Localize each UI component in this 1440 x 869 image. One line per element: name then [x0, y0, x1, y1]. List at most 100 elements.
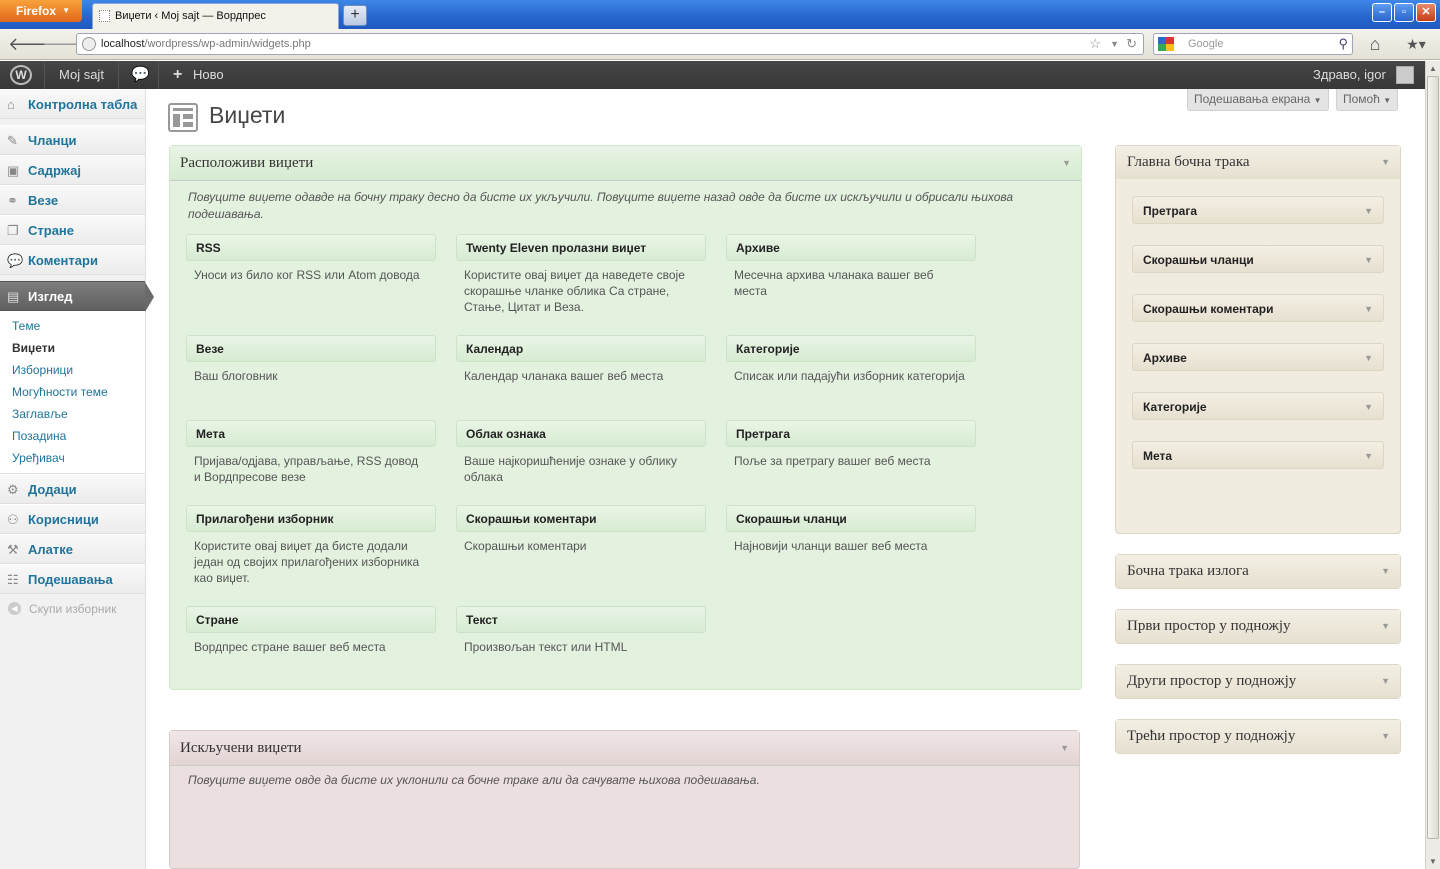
available-widget[interactable]: Везе Ваш блоговник: [186, 335, 436, 384]
available-widget[interactable]: Архиве Месечна архива чланака вашег веб м…: [726, 234, 976, 299]
site-name-link[interactable]: Мој sajt: [59, 61, 104, 89]
submenu-item-background[interactable]: Позадина: [0, 425, 145, 447]
new-content-link[interactable]: Ново: [193, 61, 224, 89]
widget-title[interactable]: Календар: [456, 335, 706, 362]
toggle-arrow-icon[interactable]: ▼: [1060, 731, 1069, 766]
sidebar-header[interactable]: Бочна трака излога ▼: [1116, 555, 1400, 588]
menu-item-comments[interactable]: 💬 Коментари: [0, 245, 145, 275]
sidebar-widget[interactable]: Мета ▼: [1132, 441, 1384, 469]
toggle-arrow-icon[interactable]: ▼: [1062, 146, 1071, 181]
expand-arrow-icon[interactable]: ▼: [1364, 197, 1373, 225]
available-widget[interactable]: Прилагођени изборник Користите овај виџет…: [186, 505, 436, 586]
browser-tab[interactable]: Виџети ‹ Мој sajt — Вордпрес: [92, 3, 339, 29]
back-arrow-icon[interactable]: 🡐: [8, 34, 56, 56]
widget-title[interactable]: Облак ознака: [456, 420, 706, 447]
history-dropdown-icon[interactable]: ▼: [1110, 34, 1119, 54]
widget-title[interactable]: Текст: [456, 606, 706, 633]
toggle-arrow-icon[interactable]: ▼: [1381, 720, 1390, 753]
menu-item-dashboard[interactable]: ⌂ Контролна табла: [0, 89, 145, 119]
comments-bubble-icon[interactable]: 💬: [131, 61, 150, 89]
expand-arrow-icon[interactable]: ▼: [1364, 344, 1373, 372]
widget-title[interactable]: Архиве: [726, 234, 976, 261]
sidebar-widget[interactable]: Скорашњи коментари ▼: [1132, 294, 1384, 322]
wordpress-logo-icon[interactable]: W: [10, 65, 32, 85]
menu-item-tools[interactable]: ⚒ Алатке: [0, 534, 145, 564]
footer-area-three[interactable]: Трећи простор у подножју ▼: [1115, 719, 1401, 754]
footer-area-one[interactable]: Први простор у подножју ▼: [1115, 609, 1401, 644]
sidebar-widget[interactable]: Претрага ▼: [1132, 196, 1384, 224]
submenu-item-header[interactable]: Заглавље: [0, 403, 145, 425]
search-bar[interactable]: Google ⚲: [1153, 33, 1353, 55]
available-widgets-header[interactable]: Расположиви виџети ▼: [170, 146, 1081, 181]
expand-arrow-icon[interactable]: ▼: [1364, 442, 1373, 470]
available-widget[interactable]: Календар Календар чланака вашег веб места: [456, 335, 706, 384]
sidebar-header[interactable]: Трећи простор у подножју ▼: [1116, 720, 1400, 753]
url-bar[interactable]: localhost/wordpress/wp-admin/widgets.php…: [76, 33, 1144, 55]
minimize-button[interactable]: –: [1372, 3, 1392, 22]
widget-title[interactable]: Мета: [186, 420, 436, 447]
sidebar-widget[interactable]: Скорашњи чланци ▼: [1132, 245, 1384, 273]
scroll-down-icon[interactable]: ▼: [1426, 854, 1440, 869]
search-icon[interactable]: ⚲: [1338, 34, 1348, 54]
expand-arrow-icon[interactable]: ▼: [1364, 295, 1373, 323]
menu-item-plugins[interactable]: ⚙ Додаци: [0, 474, 145, 504]
available-widget[interactable]: Мета Пријава/одјава, управљање, RSS довод…: [186, 420, 436, 485]
toggle-arrow-icon[interactable]: ▼: [1381, 555, 1390, 588]
reload-icon[interactable]: ↻: [1126, 34, 1137, 54]
inactive-widgets-header[interactable]: Искључени виџети ▼: [170, 731, 1079, 766]
menu-item-settings[interactable]: ☷ Подешавања: [0, 564, 145, 594]
widget-title[interactable]: Претрага: [726, 420, 976, 447]
menu-item-users[interactable]: ⚇ Корисници: [0, 504, 145, 534]
widget-title[interactable]: Twenty Eleven пролазни виџет: [456, 234, 706, 261]
toggle-arrow-icon[interactable]: ▼: [1381, 665, 1390, 698]
footer-area-two[interactable]: Други простор у подножју ▼: [1115, 664, 1401, 699]
available-widget[interactable]: Категорије Списак или падајући изборник к…: [726, 335, 976, 384]
showcase-sidebar-area[interactable]: Бочна трака излога ▼: [1115, 554, 1401, 589]
submenu-item-themes[interactable]: Теме: [0, 315, 145, 337]
widget-title[interactable]: Скорашњи чланци: [726, 505, 976, 532]
menu-item-posts[interactable]: ✎ Чланци: [0, 125, 145, 155]
new-tab-button[interactable]: +: [343, 5, 367, 26]
available-widget[interactable]: Облак ознака Ваше најкоришћеније ознаке у…: [456, 420, 706, 485]
forward-arrow-icon[interactable]: 🡒: [42, 34, 90, 56]
expand-arrow-icon[interactable]: ▼: [1364, 246, 1373, 274]
close-window-button[interactable]: ✕: [1416, 3, 1436, 22]
help-button[interactable]: Помоћ ▼: [1336, 89, 1399, 111]
account-greeting[interactable]: Здраво, igor: [1313, 61, 1386, 89]
available-widget[interactable]: Претрага Поље за претрагу вашег веб места: [726, 420, 976, 469]
widget-title[interactable]: Прилагођени изборник: [186, 505, 436, 532]
toggle-arrow-icon[interactable]: ▼: [1381, 146, 1390, 179]
available-widget[interactable]: RSS Уноси из било ког RSS или Atom довода: [186, 234, 436, 283]
menu-item-appearance[interactable]: ▤ Изглед: [0, 281, 154, 312]
main-sidebar-header[interactable]: Главна бочна трака ▼: [1116, 146, 1400, 179]
maximize-button[interactable]: ▫: [1394, 3, 1414, 22]
widget-title[interactable]: Везе: [186, 335, 436, 362]
sidebar-widget[interactable]: Категорије ▼: [1132, 392, 1384, 420]
bookmarks-menu-icon[interactable]: ★▾: [1401, 34, 1431, 56]
collapse-menu-button[interactable]: ◀ Скупи изборник: [0, 594, 145, 624]
available-widget[interactable]: Текст Произвољан текст или HTML: [456, 606, 706, 655]
avatar[interactable]: [1396, 66, 1414, 84]
menu-item-pages[interactable]: ❐ Стране: [0, 215, 145, 245]
widget-title[interactable]: RSS: [186, 234, 436, 261]
widget-title[interactable]: Стране: [186, 606, 436, 633]
submenu-item-menus[interactable]: Изборници: [0, 359, 145, 381]
firefox-menu-button[interactable]: Firefox ▼: [0, 0, 82, 22]
submenu-item-widgets[interactable]: Виџети: [0, 337, 145, 359]
google-engine-icon[interactable]: [1158, 37, 1174, 51]
sidebar-widget[interactable]: Архиве ▼: [1132, 343, 1384, 371]
scrollbar-thumb[interactable]: [1427, 76, 1439, 839]
available-widget[interactable]: Скорашњи коментари Скорашњи коментари: [456, 505, 706, 554]
menu-item-links[interactable]: ⚭ Везе: [0, 185, 145, 215]
available-widget[interactable]: Twenty Eleven пролазни виџет Користите ов…: [456, 234, 706, 315]
page-scrollbar[interactable]: ▲ ▼: [1425, 61, 1440, 869]
available-widget[interactable]: Стране Вордпрес стране вашег веб места: [186, 606, 436, 655]
menu-item-media[interactable]: ▣ Садржај: [0, 155, 145, 185]
widget-title[interactable]: Категорије: [726, 335, 976, 362]
toggle-arrow-icon[interactable]: ▼: [1381, 610, 1390, 643]
available-widget[interactable]: Скорашњи чланци Најновији чланци вашег ве…: [726, 505, 976, 554]
submenu-item-editor[interactable]: Уређивач: [0, 447, 145, 469]
sidebar-header[interactable]: Други простор у подножју ▼: [1116, 665, 1400, 698]
bookmark-star-icon[interactable]: ☆: [1089, 34, 1101, 54]
sidebar-header[interactable]: Први простор у подножју ▼: [1116, 610, 1400, 643]
